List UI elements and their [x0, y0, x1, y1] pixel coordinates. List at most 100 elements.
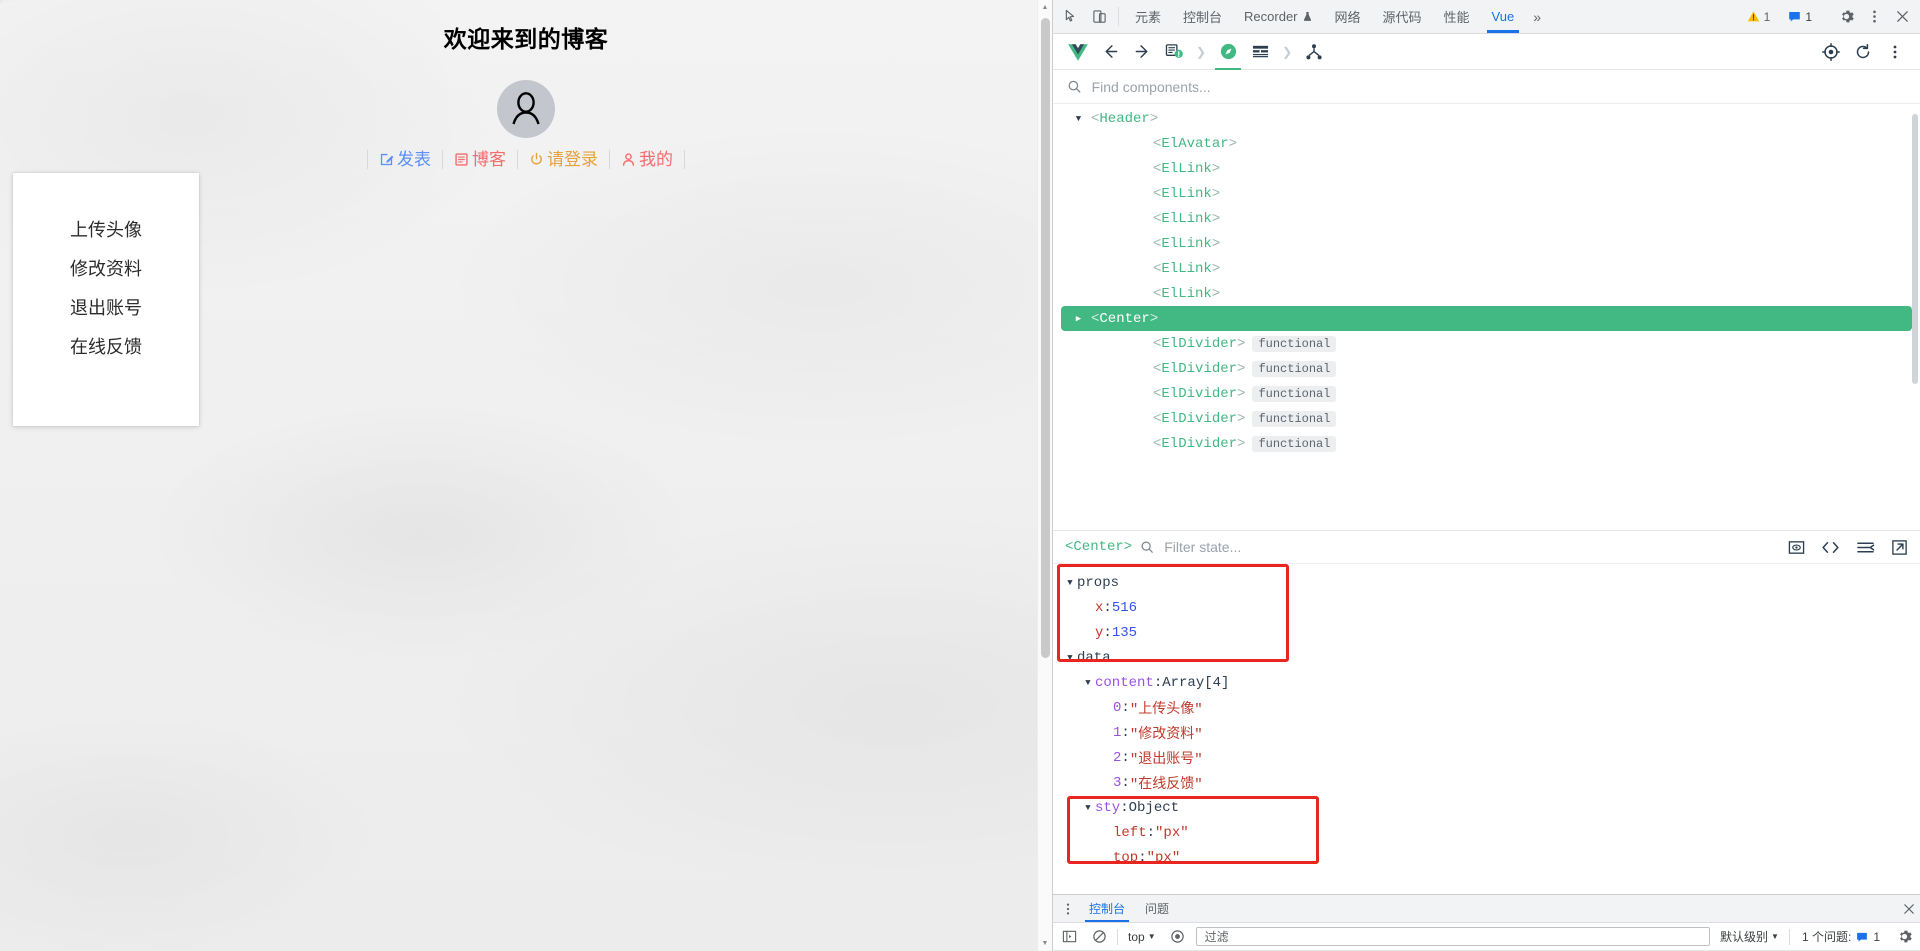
console-level-select[interactable]: 默认级别 ▼	[1716, 928, 1783, 945]
tree-scrollbar-thumb[interactable]	[1912, 114, 1918, 384]
clear-console-icon[interactable]	[1087, 926, 1111, 948]
device-toolbar-icon[interactable]	[1085, 0, 1113, 33]
console-issues-summary[interactable]: 1 个问题: 1	[1796, 928, 1886, 945]
refresh-icon[interactable]	[1848, 38, 1878, 66]
nav-link-login[interactable]: 请登录	[529, 151, 598, 168]
state-group-props[interactable]: ▼ props	[1053, 570, 1920, 595]
nav-link-publish[interactable]: 发表	[379, 151, 431, 168]
tab-vue[interactable]: Vue	[1481, 0, 1526, 33]
menu-item-upload-avatar[interactable]: 上传头像	[70, 221, 142, 239]
state-content-item-0[interactable]: 0: "上传头像"	[1053, 695, 1920, 720]
caret-right-icon[interactable]: ▶	[1073, 314, 1084, 324]
tree-node-header[interactable]: ▼ <Header>	[1053, 106, 1920, 131]
tree-node-ellink[interactable]: <ElLink>	[1053, 281, 1920, 306]
chevron-double-right-icon[interactable]: »	[1525, 0, 1549, 33]
tree-node-ellink[interactable]: <ElLink>	[1053, 256, 1920, 281]
drawer-tab-label: 控制台	[1089, 902, 1126, 916]
vuex-compass-icon[interactable]	[1213, 38, 1243, 70]
menu-item-feedback[interactable]: 在线反馈	[70, 338, 142, 356]
tree-node-ellink[interactable]: <ElLink>	[1053, 181, 1920, 206]
console-filter[interactable]	[1195, 927, 1711, 946]
tree-node-eldivider[interactable]: <ElDivider> functional	[1053, 331, 1920, 356]
state-sty-top[interactable]: top: "px"	[1053, 845, 1920, 870]
tab-sources[interactable]: 源代码	[1372, 0, 1433, 33]
collapse-all-icon[interactable]	[1856, 539, 1875, 556]
warning-badge[interactable]: 1	[1740, 8, 1778, 26]
state-text: :	[1121, 774, 1130, 791]
tree-node-ellink[interactable]: <ElLink>	[1053, 206, 1920, 231]
component-state-panel[interactable]: ▼ props x: 516 y: 135 ▼ data ▼ content: Array[4…	[1053, 564, 1920, 894]
state-sty[interactable]: ▼ sty: Object	[1053, 795, 1920, 820]
routes-tree-icon[interactable]	[1299, 38, 1329, 66]
avatar[interactable]	[497, 80, 555, 138]
gear-icon[interactable]	[1892, 926, 1916, 948]
nav-link-mine[interactable]: 我的	[621, 151, 673, 168]
components-icon[interactable]	[1159, 38, 1189, 66]
kebab-menu-icon[interactable]	[1057, 895, 1079, 922]
caret-down-icon[interactable]: ▼	[1063, 578, 1077, 588]
tab-console[interactable]: 控制台	[1172, 0, 1233, 33]
state-group-data[interactable]: ▼ data	[1053, 645, 1920, 670]
scrollbar-thumb[interactable]	[1041, 18, 1050, 658]
state-content-item-2[interactable]: 2: "退出账号"	[1053, 745, 1920, 770]
gear-icon[interactable]	[1832, 9, 1860, 24]
arrow-right-icon[interactable]	[1127, 38, 1157, 66]
tree-node-eldivider[interactable]: <ElDivider> functional	[1053, 431, 1920, 456]
open-in-editor-icon[interactable]	[1821, 539, 1840, 556]
kebab-menu-icon[interactable]	[1880, 38, 1910, 66]
tree-node-ellink[interactable]: <ElLink>	[1053, 231, 1920, 256]
tree-node-eldivider[interactable]: <ElDivider> functional	[1053, 356, 1920, 381]
menu-item-logout[interactable]: 退出账号	[70, 299, 142, 317]
tree-node-center[interactable]: ▶ <Center>	[1061, 306, 1912, 331]
scroll-up-arrow-icon[interactable]: ▲	[1038, 0, 1052, 15]
caret-down-icon[interactable]: ▼	[1063, 653, 1077, 663]
scroll-down-arrow-icon[interactable]: ▼	[1038, 936, 1052, 951]
state-content-item-3[interactable]: 3: "在线反馈"	[1053, 770, 1920, 795]
find-components-input[interactable]	[1089, 77, 1906, 96]
state-prop-y[interactable]: y: 135	[1053, 620, 1920, 645]
page-scrollbar[interactable]: ▲ ▼	[1037, 0, 1052, 951]
tab-elements[interactable]: 元素	[1124, 0, 1172, 33]
tab-performance[interactable]: 性能	[1433, 0, 1481, 33]
events-icon[interactable]	[1245, 38, 1275, 66]
caret-down-icon[interactable]: ▼	[1081, 803, 1095, 813]
live-expression-icon[interactable]	[1166, 926, 1190, 948]
kebab-menu-icon[interactable]	[1860, 9, 1888, 24]
state-sty-left[interactable]: left: "px"	[1053, 820, 1920, 845]
tree-node-tag: <ElDivider>	[1153, 360, 1246, 377]
console-sidebar-icon[interactable]	[1057, 926, 1081, 948]
menu-item-edit-profile[interactable]: 修改资料	[70, 260, 142, 278]
component-tree[interactable]: ▼ <Header> <ElAvatar> <ElLink> <ElLink> <ElLi…	[1053, 104, 1920, 530]
tree-node-ellink[interactable]: <ElLink>	[1053, 156, 1920, 181]
devtools-toolbar-right: 1 1	[1738, 0, 1920, 33]
devtools-tabbar: 元素 控制台 Recorder 网络 源代码 性能 Vue » 1 1	[1053, 0, 1920, 34]
caret-down-icon[interactable]: ▼	[1073, 114, 1084, 124]
select-target-icon[interactable]	[1816, 38, 1846, 66]
open-external-icon[interactable]	[1891, 539, 1908, 556]
state-prop-x[interactable]: x: 516	[1053, 595, 1920, 620]
inspect-element-icon[interactable]	[1057, 0, 1085, 33]
tree-node-eldivider[interactable]: <ElDivider> functional	[1053, 406, 1920, 431]
close-icon[interactable]	[1898, 895, 1920, 922]
scroll-into-view-icon[interactable]	[1788, 539, 1805, 556]
vue-devtools-toolbar: ❯ ❯	[1053, 34, 1920, 70]
tree-node-elavatar[interactable]: <ElAvatar>	[1053, 131, 1920, 156]
filter-state-input[interactable]	[1162, 538, 1780, 556]
close-icon[interactable]	[1888, 9, 1916, 24]
state-content-item-1[interactable]: 1: "修改资料"	[1053, 720, 1920, 745]
tab-network[interactable]: 网络	[1324, 0, 1372, 33]
state-content[interactable]: ▼ content: Array[4]	[1053, 670, 1920, 695]
tree-node-flag: functional	[1252, 360, 1337, 377]
arrow-left-icon[interactable]	[1095, 38, 1125, 66]
nav-link-blog[interactable]: 博客	[454, 151, 506, 168]
tree-node-eldivider[interactable]: <ElDivider> functional	[1053, 381, 1920, 406]
drawer-tab-issues[interactable]: 问题	[1135, 895, 1179, 922]
message-badge[interactable]: 1	[1781, 8, 1819, 26]
search-icon	[1068, 80, 1081, 93]
content-value: "上传头像"	[1129, 701, 1203, 718]
drawer-tab-console[interactable]: 控制台	[1079, 895, 1135, 922]
console-filter-input[interactable]	[1202, 928, 1704, 945]
console-context-select[interactable]: top ▼	[1124, 930, 1160, 944]
caret-down-icon[interactable]: ▼	[1081, 678, 1095, 688]
tab-recorder[interactable]: Recorder	[1233, 0, 1323, 33]
